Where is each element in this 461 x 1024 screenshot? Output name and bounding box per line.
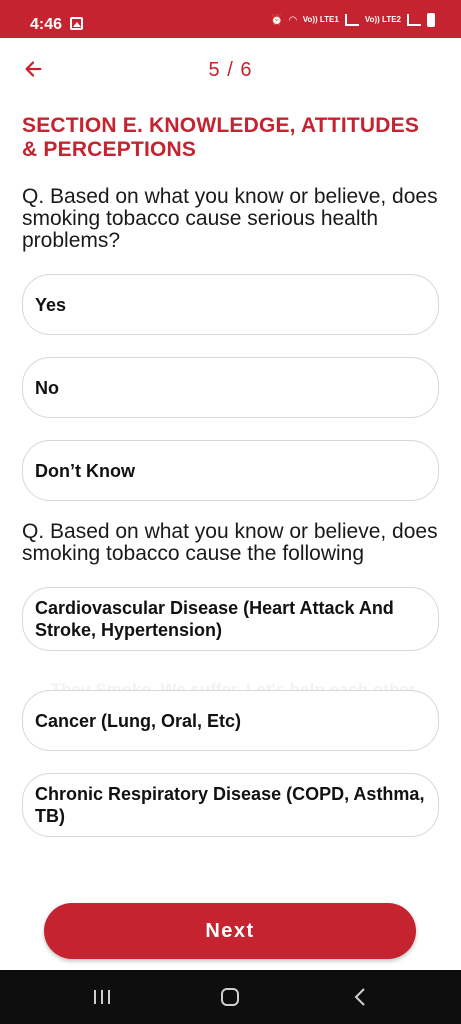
- signal-icon: [344, 14, 359, 26]
- network-lte1-label: Vo)) LTE1: [302, 15, 339, 24]
- status-bar: 4:46 ⏰ ◠ Vo)) LTE1 Vo)) LTE2: [0, 0, 461, 38]
- status-time: 4:46: [30, 16, 63, 33]
- battery-icon: [427, 13, 435, 27]
- option-dont-know[interactable]: Don’t Know: [22, 440, 439, 501]
- survey-content[interactable]: SECTION E. KNOWLEDGE, ATTITUDES & PERCEP…: [22, 110, 439, 870]
- option-no[interactable]: No: [22, 357, 439, 418]
- system-nav-bar: [0, 970, 461, 1024]
- question-text: Q. Based on what you know or believe, do…: [22, 520, 438, 565]
- network-lte2-label: Vo)) LTE2: [364, 15, 401, 24]
- system-back-button[interactable]: [330, 970, 390, 1024]
- status-icons: ⏰ ◠ Vo)) LTE1 Vo)) LTE2: [271, 13, 435, 27]
- question-text: Q. Based on what you know or believe, do…: [22, 185, 438, 252]
- alarm-icon: ⏰: [270, 14, 283, 26]
- home-button[interactable]: [200, 970, 260, 1024]
- gallery-notification-icon: [70, 17, 83, 30]
- next-button[interactable]: Next: [44, 903, 416, 959]
- recents-button[interactable]: [72, 970, 132, 1024]
- header: 5 / 6: [0, 38, 461, 102]
- chevron-left-icon: [354, 988, 365, 1006]
- option-yes[interactable]: Yes: [22, 274, 439, 335]
- recents-icon: [94, 990, 110, 1004]
- option-chronic-respiratory[interactable]: Chronic Respiratory Disease (COPD, Asthm…: [22, 773, 439, 837]
- option-cancer[interactable]: Cancer (Lung, Oral, Etc): [22, 690, 439, 751]
- signal-icon: [407, 14, 421, 26]
- section-title: SECTION E. KNOWLEDGE, ATTITUDES & PERCEP…: [22, 114, 420, 161]
- option-cardiovascular[interactable]: Cardiovascular Disease (Heart Attack And…: [22, 587, 439, 651]
- home-icon: [221, 988, 239, 1006]
- page-counter: 5 / 6: [208, 59, 253, 81]
- wifi-icon: ◠: [288, 14, 297, 26]
